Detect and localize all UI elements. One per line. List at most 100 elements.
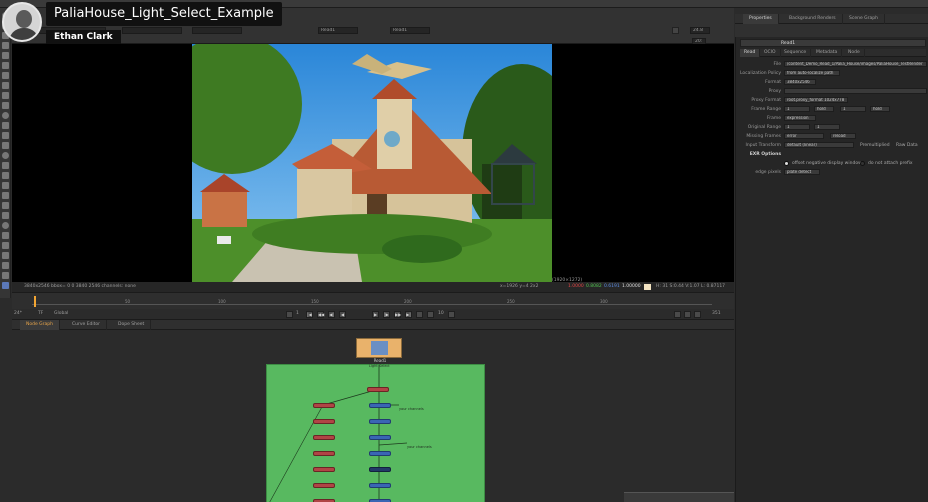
original-range-end[interactable]: 1 — [814, 124, 840, 130]
tab-scene-graph[interactable]: Scene Graph — [843, 14, 885, 24]
toolsets-icon[interactable] — [2, 162, 9, 169]
grade-node[interactable] — [369, 403, 391, 408]
fx-icon[interactable] — [2, 272, 9, 279]
frame-range-start[interactable]: 1 — [784, 106, 810, 112]
node-header[interactable]: Read1 — [740, 39, 926, 47]
last-frame-button[interactable]: ▶| — [405, 311, 412, 318]
original-range-start[interactable]: 1 — [784, 124, 810, 130]
pause-button[interactable] — [672, 27, 679, 34]
views-icon[interactable] — [2, 122, 9, 129]
shuffle-node[interactable] — [313, 483, 335, 488]
read-node[interactable]: Read1 — [356, 338, 402, 363]
viewer-color-select[interactable] — [192, 27, 242, 34]
filter-icon[interactable] — [2, 72, 9, 79]
shuffle-node[interactable] — [313, 419, 335, 424]
frame-range-end-mode[interactable]: hold — [870, 106, 890, 112]
tab-properties[interactable]: Properties — [743, 14, 779, 24]
timeline[interactable]: 50 100 150 200 250 300 — [12, 292, 734, 309]
first-frame-button[interactable]: |◀ — [306, 311, 313, 318]
backdrop-node[interactable]: Light Select your channels your channels — [266, 364, 485, 502]
grade-node[interactable] — [369, 483, 391, 488]
next-keyframe-button[interactable]: ▶▶ — [394, 311, 401, 318]
shuffle-node[interactable] — [313, 467, 335, 472]
merge-icon[interactable] — [2, 92, 9, 99]
transform-icon[interactable] — [2, 102, 9, 109]
in-point-button[interactable] — [286, 311, 293, 318]
gizmo-icon[interactable] — [2, 202, 9, 209]
playhead[interactable] — [34, 296, 36, 307]
plugin-icon[interactable] — [2, 192, 9, 199]
frame-range-end[interactable]: 1 — [840, 106, 866, 112]
tab-node-graph[interactable]: Node Graph — [20, 320, 60, 330]
time-icon[interactable] — [2, 42, 9, 49]
prev-frame-button[interactable]: ◀| — [328, 311, 335, 318]
color-icon[interactable] — [2, 62, 9, 69]
offset-negative-checkbox[interactable] — [784, 161, 789, 166]
global-select[interactable]: Global — [54, 311, 68, 316]
link-icon[interactable] — [2, 232, 9, 239]
ocio-icon[interactable] — [2, 222, 9, 229]
localization-select[interactable]: from auto-localize path — [784, 70, 840, 76]
prev-keyframe-button[interactable]: ◀◀ — [317, 311, 324, 318]
cara-icon[interactable] — [2, 212, 9, 219]
subtab-metadata[interactable]: Metadata — [812, 49, 843, 57]
viewer-alpha-select[interactable] — [122, 27, 182, 34]
reload-button[interactable]: reload — [830, 133, 856, 139]
expand-icon[interactable] — [2, 262, 9, 269]
premultiplied-checkbox[interactable]: Premultiplied — [860, 142, 890, 149]
frame-range-start-mode[interactable]: hold — [814, 106, 834, 112]
next-frame-button[interactable]: |▶ — [383, 311, 390, 318]
furnace-icon[interactable] — [2, 182, 9, 189]
play-forward-button[interactable]: ▶ — [372, 311, 379, 318]
current-frame[interactable]: 1 — [296, 311, 299, 316]
end-frame[interactable]: 351 — [712, 311, 721, 316]
subtab-read[interactable]: Read — [740, 49, 761, 57]
out-point-button[interactable] — [448, 311, 455, 318]
tf-select[interactable]: TF — [38, 311, 43, 316]
grade-node[interactable] — [369, 419, 391, 424]
file-path-field[interactable]: /content_Demo_Read_1/Palia_House/images/… — [784, 61, 927, 67]
tab-dope-sheet[interactable]: Dope Sheet — [112, 320, 152, 330]
metadata-icon[interactable] — [2, 132, 9, 139]
grade-node[interactable] — [369, 451, 391, 456]
viewer-input-a[interactable]: Read1 — [318, 27, 358, 34]
proxy-format-select[interactable]: root.proxy_format 1024x778 — [784, 97, 848, 103]
format-select[interactable]: 3840x2546 — [784, 79, 816, 85]
particles-icon[interactable] — [2, 142, 9, 149]
3d-icon[interactable] — [2, 112, 9, 119]
viewer[interactable] — [12, 44, 734, 282]
node-name[interactable]: Read1 — [781, 41, 795, 46]
subtab-node[interactable]: Node — [844, 49, 865, 57]
shuffle-node[interactable] — [313, 451, 335, 456]
play-backward-button[interactable]: ◀ — [339, 311, 346, 318]
missing-frames-select[interactable]: error — [784, 133, 824, 139]
no-prefix-checkbox[interactable] — [860, 161, 865, 166]
deep-icon[interactable] — [2, 152, 9, 159]
shuffle-node[interactable] — [313, 435, 335, 440]
raw-data-checkbox[interactable]: Raw Data — [896, 142, 918, 149]
grade-node[interactable] — [369, 467, 391, 472]
bounce-button[interactable] — [684, 311, 691, 318]
fps-field[interactable]: 24.8 — [690, 27, 710, 34]
fps-select[interactable]: 24* — [14, 311, 22, 316]
light-select-node[interactable] — [367, 387, 389, 392]
ai-icon[interactable] — [2, 242, 9, 249]
subtab-sequence[interactable]: Sequence — [780, 49, 812, 57]
channel-icon[interactable] — [2, 52, 9, 59]
grade-node[interactable] — [369, 435, 391, 440]
timeline-ruler[interactable]: 50 100 150 200 250 300 — [32, 299, 712, 305]
range-button[interactable] — [694, 311, 701, 318]
other-icon[interactable] — [2, 172, 9, 179]
tab-curve-editor[interactable]: Curve Editor — [66, 320, 108, 330]
edge-pixels-select[interactable]: plate detect — [784, 169, 820, 175]
input-transform-select[interactable]: default (linear) — [784, 142, 854, 148]
loop-button[interactable] — [674, 311, 681, 318]
node-graph[interactable]: Read1 Light Select your channels your ch… — [12, 330, 734, 502]
tab-background-renders[interactable]: Background Renders — [783, 14, 843, 24]
settings-icon[interactable] — [2, 252, 9, 259]
skip-forward-button[interactable] — [427, 311, 434, 318]
frame-step[interactable]: 10 — [438, 311, 444, 316]
floating-panel[interactable] — [624, 492, 734, 502]
proxy-field[interactable] — [784, 88, 927, 94]
frame-mode-select[interactable]: expression — [784, 115, 816, 121]
